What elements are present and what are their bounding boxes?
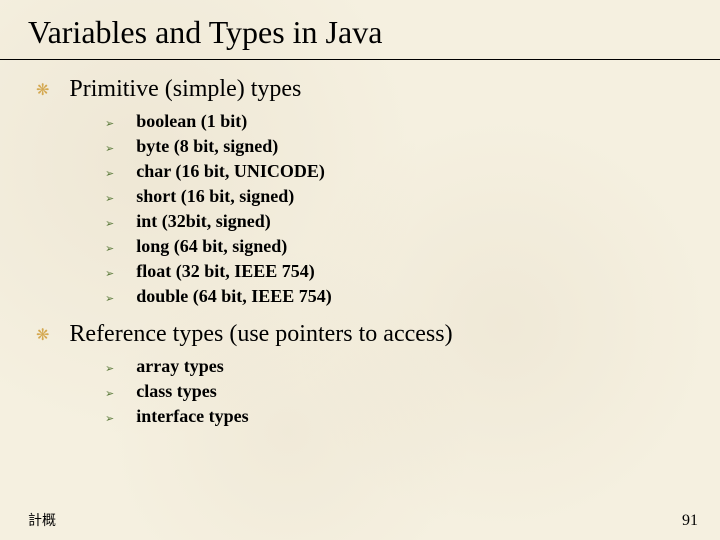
- list-item-text: char (16 bit, UNICODE): [136, 161, 325, 182]
- list-item: ➢ long (64 bit, signed): [105, 236, 720, 257]
- list-item: ➢ array types: [105, 356, 720, 377]
- list-item-text: boolean (1 bit): [136, 111, 247, 132]
- section-items: ➢ boolean (1 bit) ➢ byte (8 bit, signed)…: [0, 111, 720, 307]
- list-item-text: double (64 bit, IEEE 754): [136, 286, 332, 307]
- arrow-icon: ➢: [105, 362, 114, 375]
- list-item-text: long (64 bit, signed): [136, 236, 287, 257]
- list-item: ➢ boolean (1 bit): [105, 111, 720, 132]
- arrow-icon: ➢: [105, 387, 114, 400]
- arrow-icon: ➢: [105, 142, 114, 155]
- list-item-text: array types: [136, 356, 223, 377]
- arrow-icon: ➢: [105, 242, 114, 255]
- list-item: ➢ double (64 bit, IEEE 754): [105, 286, 720, 307]
- section-heading-text: Primitive (simple) types: [69, 76, 301, 103]
- list-item-text: short (16 bit, signed): [136, 186, 294, 207]
- arrow-icon: ➢: [105, 217, 114, 230]
- section-heading: ❋ Primitive (simple) types: [0, 76, 720, 103]
- arrow-icon: ➢: [105, 412, 114, 425]
- list-item-text: class types: [136, 381, 217, 402]
- arrow-icon: ➢: [105, 167, 114, 180]
- list-item: ➢ class types: [105, 381, 720, 402]
- list-item-text: float (32 bit, IEEE 754): [136, 261, 315, 282]
- list-item-text: byte (8 bit, signed): [136, 136, 278, 157]
- arrow-icon: ➢: [105, 292, 114, 305]
- list-item-text: int (32bit, signed): [136, 211, 271, 232]
- list-item: ➢ float (32 bit, IEEE 754): [105, 261, 720, 282]
- arrow-icon: ➢: [105, 117, 114, 130]
- bullet-icon: ❋: [36, 325, 49, 345]
- footer-label: 計概: [28, 510, 56, 530]
- list-item: ➢ char (16 bit, UNICODE): [105, 161, 720, 182]
- list-item: ➢ interface types: [105, 406, 720, 427]
- slide-title: Variables and Types in Java: [0, 0, 720, 60]
- slide-number: 91: [682, 512, 698, 530]
- list-item: ➢ short (16 bit, signed): [105, 186, 720, 207]
- slide-footer: 計概 91: [28, 510, 698, 530]
- list-item: ➢ byte (8 bit, signed): [105, 136, 720, 157]
- list-item: ➢ int (32bit, signed): [105, 211, 720, 232]
- list-item-text: interface types: [136, 406, 248, 427]
- bullet-icon: ❋: [36, 80, 49, 100]
- section-items: ➢ array types ➢ class types ➢ interface …: [0, 356, 720, 427]
- section-heading-text: Reference types (use pointers to access): [69, 321, 452, 348]
- arrow-icon: ➢: [105, 267, 114, 280]
- arrow-icon: ➢: [105, 192, 114, 205]
- section-heading: ❋ Reference types (use pointers to acces…: [0, 321, 720, 348]
- slide-content: ❋ Primitive (simple) types ➢ boolean (1 …: [0, 60, 720, 427]
